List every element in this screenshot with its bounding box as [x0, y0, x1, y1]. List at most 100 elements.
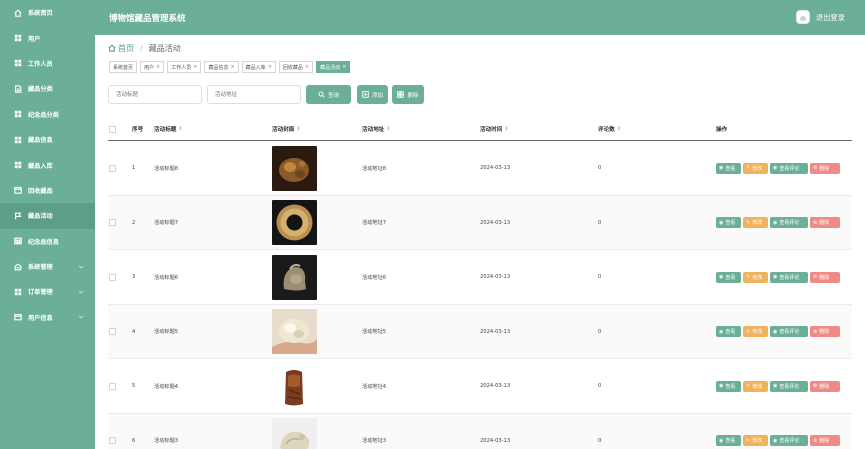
- close-icon[interactable]: ×: [268, 64, 272, 70]
- view-comments-button[interactable]: ◉ 查看评论: [770, 217, 808, 229]
- close-icon[interactable]: ×: [342, 64, 346, 70]
- tag-item[interactable]: 用户 ×: [140, 61, 165, 73]
- row-checkbox[interactable]: [109, 328, 116, 336]
- breadcrumb-separator: /: [140, 44, 143, 53]
- row-address: 活动地址5: [362, 329, 387, 336]
- tag-label: 藏品入库: [245, 64, 266, 71]
- tag-item[interactable]: 回收藏品 ×: [278, 61, 314, 73]
- row-checkbox[interactable]: [109, 382, 116, 390]
- activity-cover-image[interactable]: [272, 363, 317, 409]
- sort-icon[interactable]: ⇕: [504, 126, 508, 132]
- header-time-label: 活动时间: [480, 127, 503, 133]
- title-search-input[interactable]: [108, 85, 202, 104]
- view-label: 查看: [725, 165, 736, 172]
- close-icon[interactable]: ×: [156, 64, 160, 70]
- breadcrumb: 首页 / 藏品活动: [108, 43, 181, 54]
- row-checkbox[interactable]: [109, 437, 116, 445]
- view-comments-button[interactable]: ◉ 查看评论: [770, 380, 808, 392]
- search-button[interactable]: 查询: [306, 85, 351, 104]
- close-icon[interactable]: ×: [305, 64, 309, 70]
- row-title: 活动标题6: [154, 274, 179, 281]
- row-checkbox[interactable]: [109, 164, 116, 172]
- header-title[interactable]: 活动标题 ⇕: [154, 117, 183, 141]
- view-button[interactable]: ◉ 查看: [716, 326, 741, 338]
- table-header: 序号 活动标题 ⇕ 活动封面 ⇕ 活动地址 ⇕ 活动时间 ⇕ 评论数 ⇕ 操作: [108, 117, 852, 141]
- view-comments-button[interactable]: ◉ 查看评论: [770, 271, 808, 283]
- activity-cover-image[interactable]: [272, 145, 317, 191]
- activity-cover-image[interactable]: [272, 254, 317, 300]
- tag-item[interactable]: 藏品信息 ×: [204, 61, 239, 73]
- logout-link[interactable]: 退出登录: [816, 13, 845, 23]
- sort-icon[interactable]: ⇕: [178, 126, 182, 132]
- sort-icon[interactable]: ⇕: [617, 126, 621, 132]
- row-delete-button[interactable]: ⊗ 删除: [810, 326, 840, 338]
- edit-button[interactable]: ✎ 修改: [743, 326, 768, 338]
- add-button[interactable]: 添加: [357, 85, 388, 104]
- sort-icon[interactable]: ⇕: [296, 126, 300, 132]
- delete-circle-icon: ⊗: [813, 437, 818, 444]
- view-button[interactable]: ◉ 查看: [716, 380, 741, 392]
- header-time[interactable]: 活动时间 ⇕: [480, 117, 509, 141]
- row-address: 活动地址7: [362, 220, 387, 227]
- row-index: 6: [132, 437, 136, 444]
- edit-button[interactable]: ✎ 修改: [743, 271, 768, 283]
- activity-cover-image[interactable]: [272, 200, 317, 246]
- row-delete-button[interactable]: ⊗ 删除: [810, 162, 840, 174]
- sort-icon[interactable]: ⇕: [386, 126, 390, 132]
- tag-item[interactable]: 藏品入库 ×: [241, 61, 276, 73]
- tag-item[interactable]: 系统首页: [109, 61, 138, 73]
- header-address[interactable]: 活动地址 ⇕: [362, 117, 391, 141]
- close-icon[interactable]: ×: [193, 64, 197, 70]
- sidebar-item[interactable]: 纪念品分类: [0, 102, 95, 127]
- tag-item[interactable]: 藏品活动 ×: [316, 61, 351, 73]
- sidebar-item[interactable]: 藏品活动: [0, 203, 95, 229]
- view-button[interactable]: ◉ 查看: [716, 217, 741, 229]
- row-delete-label: 删除: [819, 220, 830, 227]
- edit-label: 修改: [752, 274, 763, 281]
- activity-cover-image[interactable]: [272, 309, 317, 355]
- row-comments: 0: [598, 437, 602, 444]
- avatar[interactable]: [796, 10, 810, 24]
- sidebar-item[interactable]: 系统首页: [0, 0, 95, 25]
- view-comments-button[interactable]: ◉ 查看评论: [770, 435, 808, 447]
- address-search-input[interactable]: [207, 85, 301, 104]
- row-checkbox[interactable]: [109, 219, 116, 227]
- edit-button[interactable]: ✎ 修改: [743, 435, 768, 447]
- sidebar-item[interactable]: 藏品入库: [0, 152, 95, 177]
- header-comments[interactable]: 评论数 ⇕: [598, 117, 621, 141]
- home-icon: [108, 44, 118, 54]
- row-delete-button[interactable]: ⊗ 删除: [810, 271, 840, 283]
- edit-button[interactable]: ✎ 修改: [743, 217, 768, 229]
- row-actions: ◉ 查看 ✎ 修改 ◉ 查看评论 ⊗ 删除: [716, 271, 840, 283]
- sidebar-item[interactable]: 藏品分类: [0, 76, 95, 101]
- close-icon[interactable]: ×: [230, 64, 234, 70]
- sidebar-item-label: 工作人员: [28, 60, 53, 68]
- view-button[interactable]: ◉ 查看: [716, 271, 741, 283]
- view-button[interactable]: ◉ 查看: [716, 435, 741, 447]
- breadcrumb-home[interactable]: 首页: [118, 43, 134, 54]
- sidebar-item[interactable]: 纪念品信息: [0, 229, 95, 254]
- sidebar-item[interactable]: 系统管理: [0, 254, 95, 279]
- header-cover[interactable]: 活动封面 ⇕: [272, 117, 301, 141]
- sidebar-item[interactable]: 用户信息: [0, 305, 95, 330]
- row-delete-label: 删除: [819, 438, 830, 445]
- sidebar-item[interactable]: 工作人员: [0, 51, 95, 76]
- select-all-checkbox[interactable]: [109, 125, 116, 133]
- tag-item[interactable]: 工作人员 ×: [167, 61, 202, 73]
- sidebar-item[interactable]: 藏品信息: [0, 127, 95, 152]
- row-delete-button[interactable]: ⊗ 删除: [810, 380, 840, 392]
- view-comments-button[interactable]: ◉ 查看评论: [770, 162, 808, 174]
- edit-icon: ✎: [746, 274, 751, 281]
- row-delete-button[interactable]: ⊗ 删除: [810, 217, 840, 229]
- view-comments-button[interactable]: ◉ 查看评论: [770, 326, 808, 338]
- sidebar-item[interactable]: 用户: [0, 25, 95, 50]
- edit-button[interactable]: ✎ 修改: [743, 162, 768, 174]
- delete-button[interactable]: 删除: [392, 85, 424, 104]
- sidebar-item[interactable]: 回收藏品: [0, 178, 95, 203]
- activity-cover-image[interactable]: [272, 418, 317, 449]
- view-button[interactable]: ◉ 查看: [716, 162, 741, 174]
- row-checkbox[interactable]: [109, 273, 116, 281]
- row-delete-button[interactable]: ⊗ 删除: [810, 435, 840, 447]
- edit-button[interactable]: ✎ 修改: [743, 380, 768, 392]
- sidebar-item[interactable]: 订单管理: [0, 279, 95, 304]
